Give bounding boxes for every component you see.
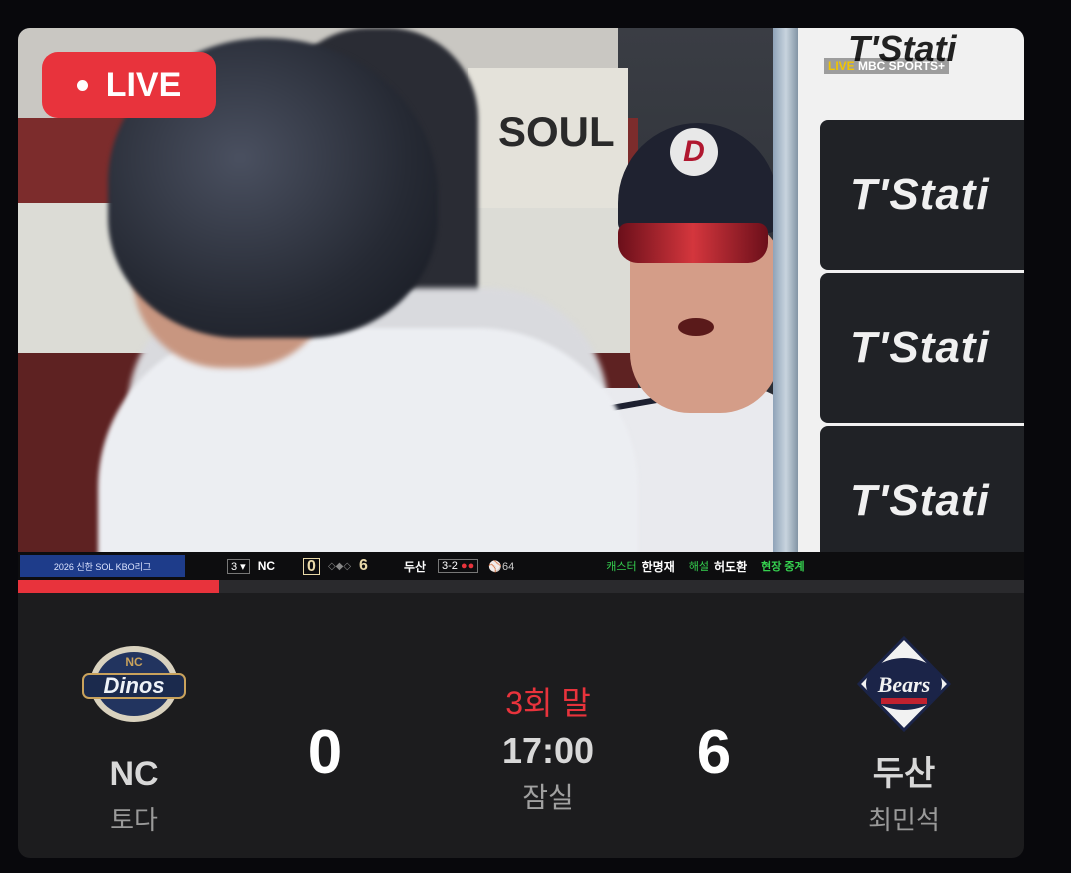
- bears-cap-logo: D: [670, 128, 718, 176]
- video-player[interactable]: SOUL D T'Stati LIVE MBC SPORTS+ T'Stati …: [18, 28, 1024, 580]
- away-pitcher: 토다: [110, 805, 158, 835]
- ad-block: T'Stati: [820, 273, 1024, 423]
- ad-text: T'Stati: [850, 323, 990, 372]
- dinos-logo-text: Dinos: [103, 673, 164, 698]
- dugout-post: [773, 28, 799, 580]
- away-score: 0: [307, 718, 343, 787]
- svg-text:NC: NC: [125, 655, 143, 669]
- pitch-count: ⚾64: [488, 560, 515, 573]
- broadcast-scorebar: 2026 신한 SOL KBO리그 3 ▾ NC 0 ◇◆◇ 6 두산 3-2 …: [18, 552, 1024, 580]
- league-label: 2026 신한 SOL KBO리그: [20, 555, 185, 577]
- live-dot-icon: [76, 79, 88, 91]
- bears-logo-text: Bears: [877, 672, 931, 697]
- scorebar-inning: 3 ▾: [227, 558, 250, 574]
- coach-mouth: [678, 318, 714, 336]
- stadium-banner-text: SOUL: [498, 108, 615, 155]
- live-badge: LIVE: [42, 52, 216, 118]
- dinos-logo-icon: NC Dinos: [79, 636, 189, 732]
- game-info: 3회 말 17:00 잠실: [438, 683, 658, 815]
- caster-name: 한명재: [641, 559, 675, 574]
- analyst-label: 해설: [688, 561, 709, 573]
- home-score: 6: [696, 718, 732, 787]
- inning-status: 3회 말: [505, 685, 591, 721]
- coach-sunglasses: [618, 223, 768, 263]
- analyst-name: 허도환: [713, 559, 748, 574]
- scorebar-away-team: NC: [257, 559, 276, 573]
- count-value: 3-2: [442, 560, 458, 572]
- caster-label: 캐스터: [606, 561, 637, 573]
- stream-progress-fill: [18, 580, 220, 593]
- game-card[interactable]: SOUL D T'Stati LIVE MBC SPORTS+ T'Stati …: [18, 28, 1024, 858]
- scorebar-away-score: 0: [303, 557, 320, 575]
- away-team-name: NC: [109, 755, 159, 793]
- game-time: 17:00: [501, 730, 595, 771]
- bears-logo-icon: Bears: [849, 635, 959, 733]
- scorebar-home-team: 두산: [403, 559, 427, 574]
- ad-block: T'Stati: [820, 120, 1024, 270]
- scorebar-home-score: 6: [359, 557, 368, 574]
- home-team[interactable]: Bears 두산 최민석: [794, 635, 1014, 836]
- live-label: LIVE: [105, 65, 182, 104]
- ball-strike-count: 3-2 ●●: [438, 559, 479, 573]
- batter-jersey: [98, 328, 638, 580]
- ad-text: T'Stati: [850, 170, 990, 219]
- home-pitcher: 최민석: [868, 805, 940, 835]
- home-team-name: 두산: [872, 755, 936, 793]
- away-team[interactable]: NC Dinos NC 토다: [24, 636, 244, 836]
- bases-icon: ◇◆◇: [327, 560, 352, 572]
- venue: 잠실: [522, 782, 574, 813]
- stream-progress-bar[interactable]: [18, 580, 1024, 593]
- outs-icon: ●●: [461, 560, 475, 572]
- broadcaster-watermark: LIVE MBC SPORTS+: [824, 58, 950, 74]
- ad-text: T'Stati: [850, 476, 990, 525]
- onsite-broadcast-label: 현장 중계: [761, 561, 805, 573]
